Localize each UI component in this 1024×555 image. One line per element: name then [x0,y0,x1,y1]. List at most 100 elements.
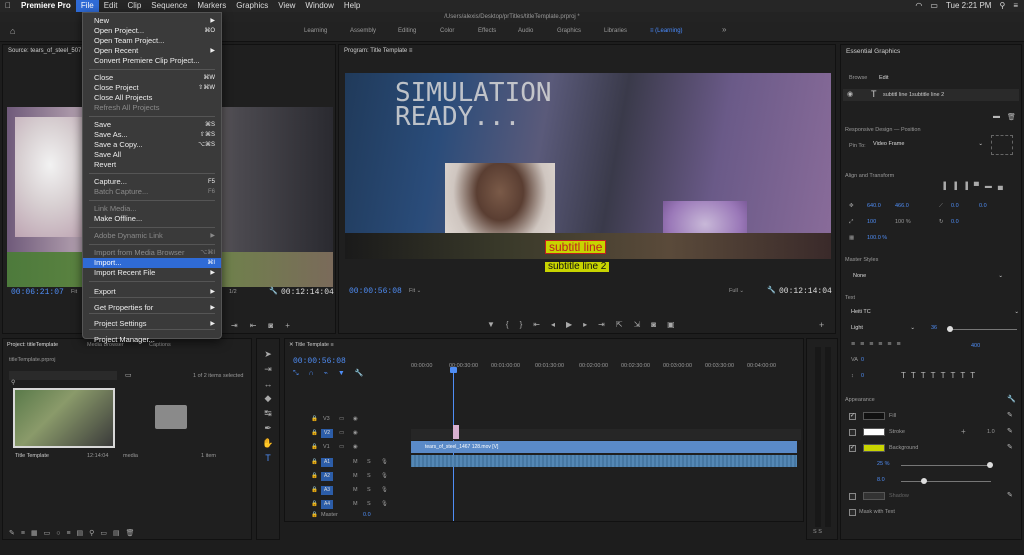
menu-list-icon[interactable]: ≡ [1013,0,1018,12]
v1-clip[interactable]: tears_of_steel_1467 128.mov [V] [411,441,797,453]
search-icon[interactable]: ⚲ [999,0,1005,12]
shadow-checkbox[interactable] [849,493,856,500]
ws-learning[interactable]: Learning [304,28,327,34]
find-icon[interactable]: ⚲ [89,530,100,537]
app-name[interactable]: Premiere Pro [16,0,76,12]
file-menu-item[interactable]: Close Project ⇧⌘W [83,83,221,93]
title-clip[interactable] [453,425,459,439]
timeline-timecode[interactable]: 00:00:56:08 [293,357,346,366]
font-select[interactable]: Heiti TC ⌄ [851,309,1019,315]
faux-bold-icon[interactable]: T [901,371,911,380]
a1-audio-clip[interactable] [411,455,797,467]
bg-size[interactable]: 8.0 [877,477,885,483]
text-align-center-icon[interactable]: ≡ [860,341,869,348]
pin-diagram[interactable] [991,135,1013,155]
fill-checkbox[interactable] [849,412,856,420]
program-fit[interactable]: Fit ⌄ [409,288,421,294]
extract-icon[interactable]: ⇲ [634,320,652,329]
hand-icon[interactable]: ✋ [262,438,273,449]
font-size[interactable]: 36 [931,325,937,331]
ws-effects[interactable]: Effects [478,28,496,34]
program-video-frame[interactable]: SIMULATION READY... subtitl line subtitl… [345,73,831,272]
background-eyedropper-icon[interactable]: ✎ [1007,443,1013,451]
leading-value[interactable]: 0 [861,373,864,379]
underline-icon[interactable]: T [970,371,980,380]
go-out-icon[interactable]: ⇥ [598,320,616,329]
delete-layer-icon[interactable]: 🗑 [1007,113,1016,121]
lock-icon[interactable]: 🔒 [311,473,318,479]
icon-view-icon[interactable]: ▦ [31,530,44,537]
add-stroke-icon[interactable]: + [961,427,966,436]
export-frame-icon[interactable]: ◙ [651,320,667,329]
marker-icon[interactable]: ▼ [487,320,506,329]
align-left-icon[interactable]: ▐ [941,183,952,190]
master-style-select[interactable]: None ⌄ [853,273,1003,279]
justify-icon[interactable]: ≡ [878,341,887,348]
playhead-handle[interactable] [450,367,457,373]
in-icon[interactable]: { [506,320,520,329]
file-menu-item[interactable]: Import... ⌘I [83,258,221,268]
home-icon[interactable]: ⌂ [10,26,15,36]
scale-value[interactable]: 100 [867,219,876,225]
align-top-icon[interactable]: ▀ [974,183,985,190]
subscript-icon[interactable]: T [960,371,970,380]
file-menu-item[interactable]: Project Settings ▶ [83,319,221,329]
sort-icon[interactable]: ≡ [66,530,76,537]
mute-label[interactable]: M [353,487,358,493]
lift-icon[interactable]: ⇱ [616,320,634,329]
fill-eyedropper-icon[interactable]: ✎ [1007,411,1013,419]
new-bin-bottom-icon[interactable]: ▭ [100,530,113,537]
file-menu-item[interactable]: Close All Projects [83,93,221,103]
track-label[interactable]: A1 [321,458,333,467]
source-timecode[interactable]: 00:06:21:07 [11,288,64,297]
superscript-icon[interactable]: T [950,371,960,380]
bg-opacity-knob[interactable] [987,462,993,468]
ripple-edit-icon[interactable]: ↔ [264,379,273,389]
ws-libraries[interactable]: Libraries [604,28,627,34]
file-menu-item[interactable]: Save As... ⇧⌘S [83,130,221,140]
lock-icon[interactable]: 🔒 [311,501,318,507]
menu-window[interactable]: Window [300,0,338,12]
mute-label[interactable]: M [353,473,358,479]
weight-select[interactable]: Light ⌄ [851,325,915,331]
zoom-slider-icon[interactable]: ○ [56,530,66,537]
track-header-a3[interactable]: 🔒 A3 M S 🎙 [307,485,405,497]
menu-clip[interactable]: Clip [123,0,147,12]
track-header-a2[interactable]: 🔒 A2 M S 🎙 [307,471,405,483]
menu-view[interactable]: View [273,0,300,12]
track-header-a1[interactable]: 🔒 A1 M S 🎙 [307,457,405,469]
anchor-x[interactable]: 0.0 [951,203,959,209]
shadow-swatch[interactable] [863,492,885,500]
slip-icon[interactable]: ↹ [264,408,272,419]
automate-icon[interactable]: ▤ [77,530,90,537]
file-menu-item[interactable]: Open Recent ▶ [83,46,221,56]
file-menu-item[interactable]: Save a Copy... ⌥⌘S [83,140,221,150]
fill-swatch[interactable] [863,412,885,420]
new-item-icon[interactable]: ▤ [113,530,126,537]
align-right-icon[interactable]: ▐ [963,183,974,190]
add-icon[interactable]: + [285,321,302,330]
source-fit[interactable]: Fit [71,289,77,295]
font-size-knob[interactable] [947,326,953,332]
file-menu-item[interactable]: Get Properties for ▶ [83,303,221,313]
freeform-view-icon[interactable]: ▭ [44,530,57,537]
battery-icon[interactable]: ▭ [930,0,938,12]
selection-tool-icon[interactable]: ➤ [264,349,272,360]
step-fwd-icon[interactable]: ▸ [583,320,598,329]
file-menu-item[interactable]: Project Manager... [83,335,221,345]
sync-icon[interactable]: ▭ [339,416,344,422]
lock-icon[interactable]: 🔒 [311,444,318,450]
title-template-thumbnail[interactable] [13,388,115,448]
text-align-right-icon[interactable]: ≡ [869,341,878,348]
menu-file[interactable]: File [75,0,99,12]
tracking-value[interactable]: 0 [861,357,864,363]
type-tool-icon[interactable]: T [265,453,271,463]
program-add-icon[interactable]: + [819,320,824,330]
timeline-tab[interactable]: ✕ Title Template ≡ [289,342,334,348]
all-caps-icon[interactable]: TT [921,371,941,380]
menu-edit[interactable]: Edit [99,0,123,12]
step-back-icon[interactable]: ◂ [551,320,566,329]
bg-opacity-slider[interactable] [901,462,993,468]
file-menu-item[interactable]: Close ⌘W [83,73,221,83]
justify3-icon[interactable]: ≡ [896,341,905,348]
